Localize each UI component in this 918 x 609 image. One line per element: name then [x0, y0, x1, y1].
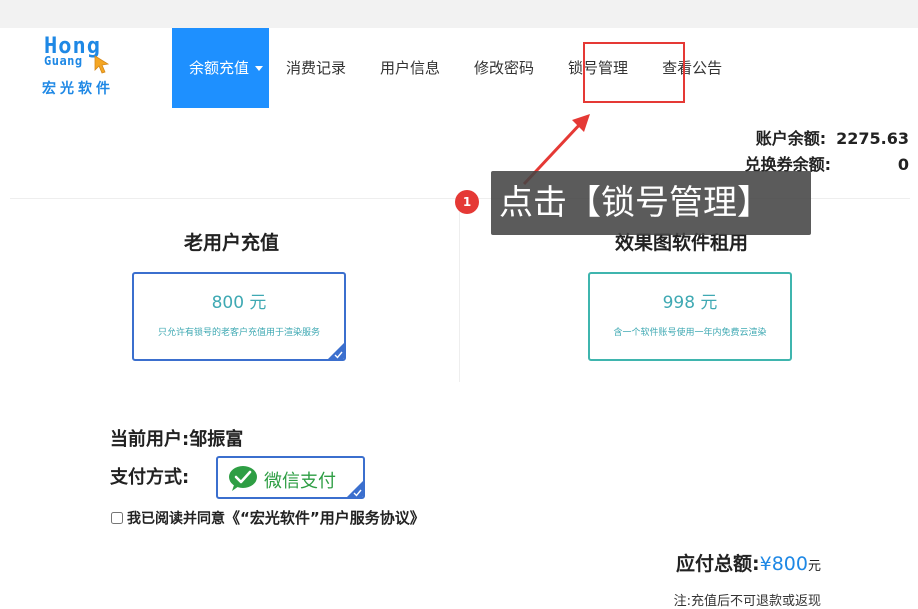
nav-item-consumption-records[interactable]: 消费记录	[269, 28, 363, 108]
plan-desc: 含一个软件账号使用一年内免费云渲染	[613, 328, 767, 338]
agreement-checkbox[interactable]	[111, 511, 123, 524]
logo[interactable]: Hong Guang 宏光软件	[40, 34, 126, 98]
logo-text-guang: Guang	[44, 54, 83, 68]
plan-desc: 只允许有锁号的老客户充值用于渲染服务	[157, 328, 320, 338]
plan-card-old-user[interactable]: 800 元 只允许有锁号的老客户充值用于渲染服务	[132, 272, 346, 361]
account-balance-label: 账户余额:	[755, 129, 827, 148]
voucher-balance-value: 0	[897, 155, 909, 174]
total-amount: ¥800	[759, 553, 808, 575]
agreement-row: 我已阅读并同意 《“宏光软件”用户服务协议》	[111, 507, 425, 528]
current-user-label: 当前用户:	[110, 429, 190, 450]
current-user-name: 邹振富	[189, 429, 244, 450]
current-user-row: 当前用户:邹振富	[110, 425, 243, 451]
nav-item-label: 余额充值	[189, 59, 250, 77]
logo-brand-cn: 宏光软件	[42, 81, 114, 97]
account-balance-row: 账户余额: 2275.63	[745, 126, 909, 152]
nav-item-lock-management[interactable]: 锁号管理	[551, 28, 645, 108]
wechat-pay-icon	[229, 466, 257, 491]
step-badge: 1	[455, 190, 479, 214]
nav-item-label: 用户信息	[380, 59, 441, 77]
plan-card-software-rental[interactable]: 998 元 含一个软件账号使用一年内免费云渲染	[588, 272, 792, 361]
payment-method-label: 支付方式:	[110, 467, 190, 488]
payment-option-wechat[interactable]: 微信支付	[216, 456, 365, 499]
agreement-prefix: 我已阅读并同意	[127, 510, 225, 527]
nav-item-label: 修改密码	[474, 59, 535, 77]
refund-note: 注:充值后不可退款或返现	[673, 594, 821, 609]
total-row: 应付总额:¥800元	[676, 549, 821, 576]
nav-item-recharge[interactable]: 余额充值	[172, 28, 269, 108]
annotation-callout: 点击【锁号管理】	[491, 171, 811, 235]
divider	[459, 210, 460, 382]
selected-check-icon	[347, 481, 363, 497]
payment-method-name: 微信支付	[264, 471, 336, 492]
agreement-link[interactable]: 《“宏光软件”用户服务协议》	[225, 507, 425, 528]
total-label: 应付总额:	[676, 553, 760, 575]
nav-item-label: 查看公告	[662, 59, 723, 77]
main-nav: 余额充值 消费记录 用户信息 修改密码 锁号管理 查看公告	[172, 28, 739, 108]
nav-item-label: 锁号管理	[568, 59, 629, 77]
caret-down-icon	[255, 66, 264, 71]
top-bar	[0, 0, 918, 28]
nav-item-user-info[interactable]: 用户信息	[363, 28, 457, 108]
nav-item-change-password[interactable]: 修改密码	[457, 28, 551, 108]
plan-price: 998 元	[662, 293, 718, 313]
nav-item-announcements[interactable]: 查看公告	[645, 28, 739, 108]
selected-check-icon	[328, 343, 344, 359]
cursor-arrow-icon	[94, 55, 110, 74]
plan-price: 800 元	[211, 293, 267, 313]
account-balance-value: 2275.63	[836, 129, 909, 148]
plan-title-old-user: 老用户充值	[184, 232, 280, 254]
total-unit: 元	[807, 559, 821, 574]
nav-item-label: 消费记录	[286, 59, 347, 77]
